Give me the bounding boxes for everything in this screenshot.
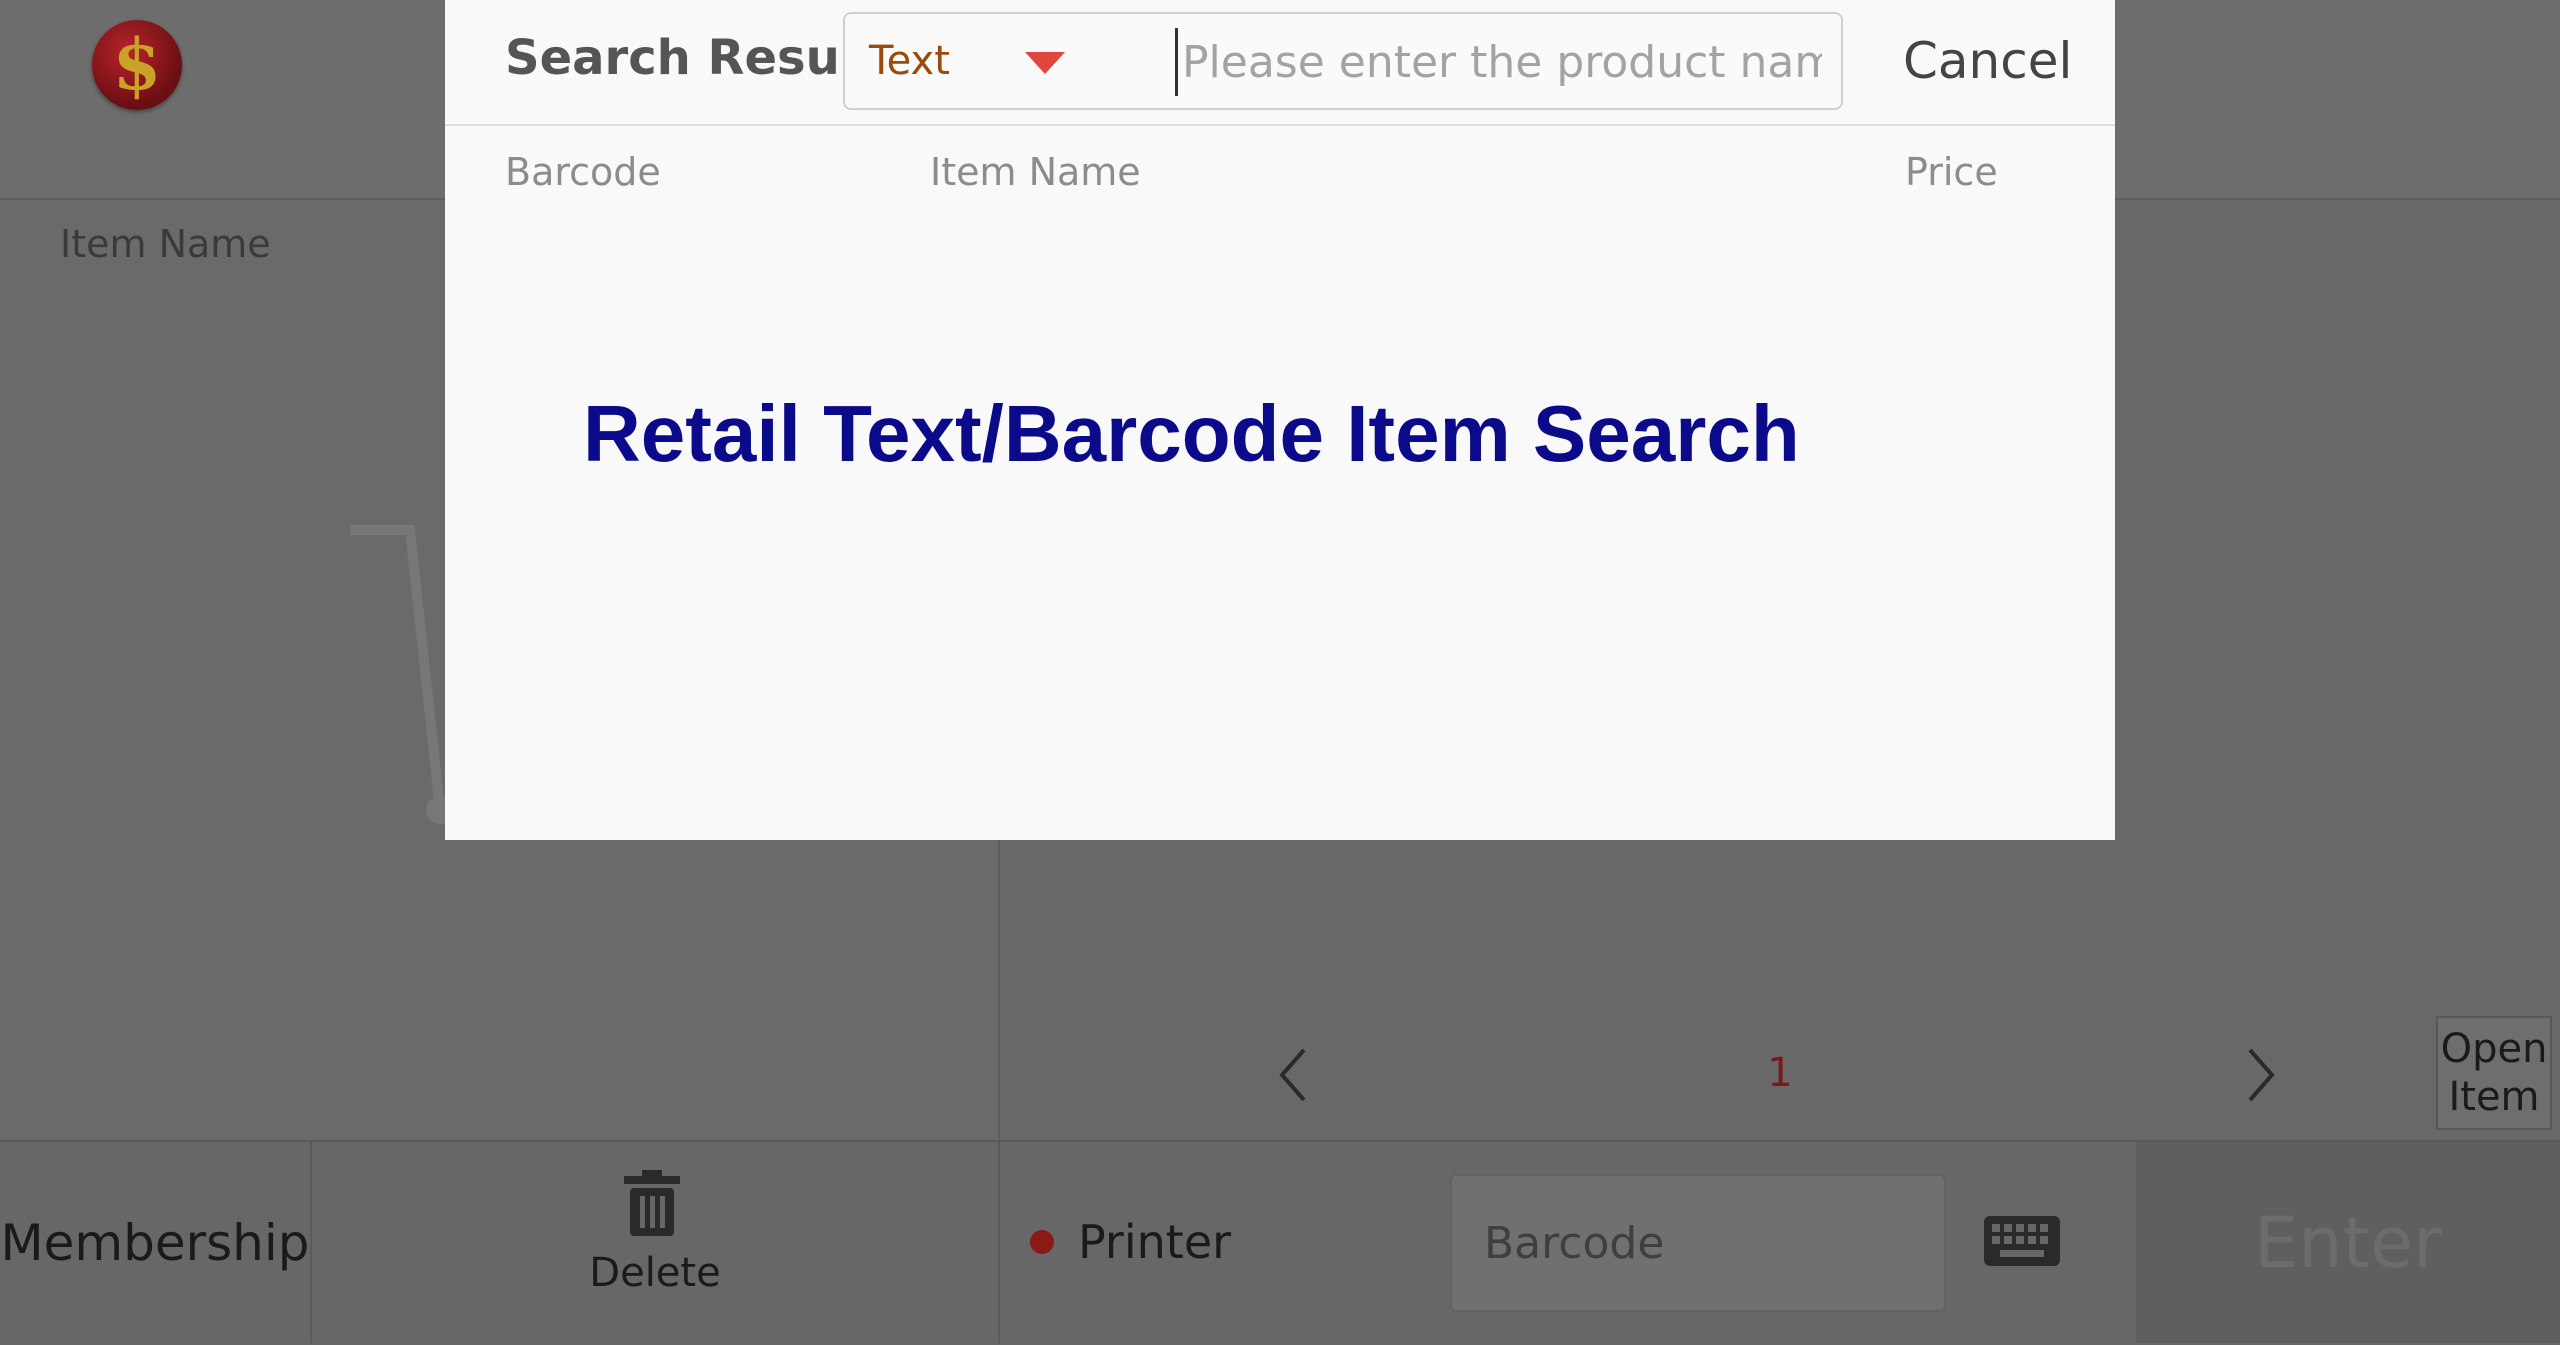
trash-icon <box>624 1170 680 1236</box>
keyboard-icon[interactable] <box>1984 1216 2060 1266</box>
column-header-item-name: Item Name <box>930 150 1141 194</box>
printer-status[interactable]: Printer <box>1030 1215 1231 1269</box>
enter-label: Enter <box>2254 1201 2442 1284</box>
delete-button[interactable]: Delete <box>312 1142 1000 1343</box>
barcode-placeholder: Barcode <box>1484 1217 1665 1269</box>
chevron-left-icon[interactable] <box>1274 1045 1314 1105</box>
column-header-barcode: Barcode <box>505 150 661 194</box>
membership-button[interactable]: Membership <box>0 1142 312 1343</box>
column-header-price: Price <box>1905 150 1998 194</box>
open-item-button[interactable]: Open Item <box>2436 1016 2552 1130</box>
printer-status-dot-icon <box>1030 1230 1054 1254</box>
empty-cart-icon <box>350 525 454 824</box>
feature-banner-text: Retail Text/Barcode Item Search <box>583 389 1800 478</box>
dropdown-arrow-icon[interactable] <box>1025 52 1065 74</box>
search-type-select[interactable]: Text <box>869 38 950 84</box>
chevron-right-icon[interactable] <box>2240 1045 2280 1105</box>
printer-label: Printer <box>1078 1215 1232 1269</box>
search-results-modal: Search Results Text Cancel Barcode Item … <box>445 0 2115 840</box>
product-search-input[interactable] <box>1175 28 1824 96</box>
enter-button[interactable]: Enter <box>2136 1142 2560 1343</box>
open-item-label-line2: Item <box>2448 1074 2540 1120</box>
delete-label: Delete <box>589 1250 721 1296</box>
modal-header: Search Results Text Cancel <box>445 0 2115 126</box>
page-number: 1 <box>1767 1050 1793 1096</box>
barcode-input[interactable]: Barcode <box>1450 1174 1946 1312</box>
cancel-button[interactable]: Cancel <box>1903 32 2072 90</box>
cart-item-name-header: Item Name <box>60 222 271 266</box>
search-box: Text <box>843 12 1843 110</box>
membership-label: Membership <box>0 1213 310 1272</box>
logo-dollar-symbol: $ <box>112 23 162 106</box>
app-logo-icon[interactable]: $ <box>92 20 182 110</box>
open-item-label-line1: Open <box>2440 1026 2548 1072</box>
